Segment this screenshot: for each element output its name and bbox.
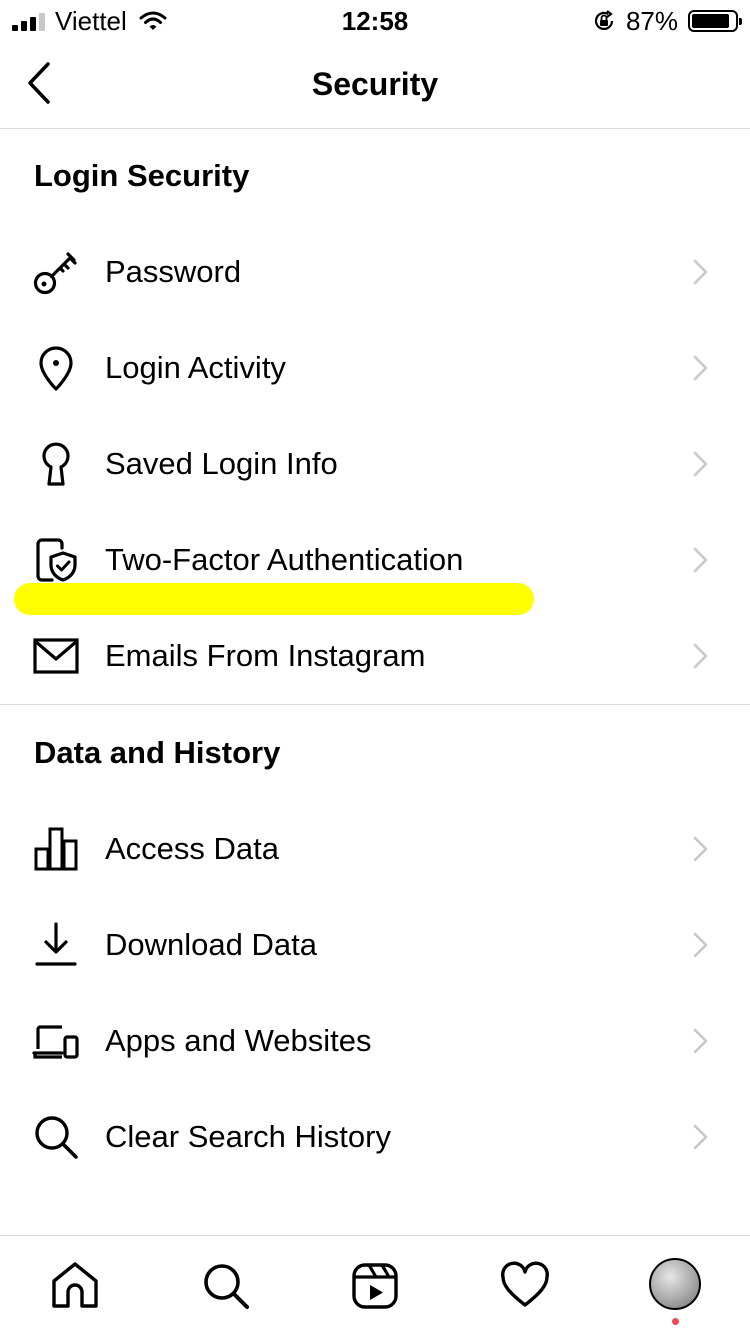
section-title-data-and-history: Data and History bbox=[34, 735, 281, 770]
search-tab-icon[interactable] bbox=[200, 1260, 252, 1312]
chevron-right-icon bbox=[693, 355, 708, 381]
menu-item-label: Download Data bbox=[105, 927, 317, 962]
section-divider bbox=[0, 704, 750, 705]
reels-icon[interactable] bbox=[349, 1260, 401, 1312]
menu-item-label: Apps and Websites bbox=[105, 1023, 372, 1058]
menu-item-saved-login-info[interactable]: Saved Login Info bbox=[0, 416, 750, 512]
profile-avatar[interactable] bbox=[649, 1258, 701, 1310]
heart-icon[interactable] bbox=[499, 1260, 551, 1312]
orientation-lock-icon bbox=[594, 10, 614, 30]
download-icon bbox=[35, 922, 77, 966]
chevron-right-icon bbox=[693, 1124, 708, 1150]
menu-item-password[interactable]: Password bbox=[0, 224, 750, 320]
keyhole-icon bbox=[42, 442, 70, 486]
section-title-login-security: Login Security bbox=[34, 158, 250, 193]
menu-item-label: Password bbox=[105, 254, 242, 289]
menu-item-clear-search-history[interactable]: Clear Search History bbox=[0, 1089, 750, 1185]
bar-chart-icon bbox=[34, 827, 78, 871]
menu-item-download-data[interactable]: Download Data bbox=[0, 897, 750, 993]
battery-icon bbox=[688, 10, 742, 32]
menu-item-access-data[interactable]: Access Data bbox=[0, 801, 750, 897]
menu-item-label: Access Data bbox=[105, 831, 280, 866]
menu-item-label: Emails From Instagram bbox=[105, 638, 426, 673]
phone-shield-icon bbox=[36, 538, 77, 582]
page-title: Security bbox=[311, 66, 439, 102]
chevron-right-icon bbox=[693, 1028, 708, 1054]
key-icon bbox=[33, 252, 77, 295]
menu-item-label: Two-Factor Authentication bbox=[105, 542, 464, 577]
menu-item-label: Login Activity bbox=[105, 350, 286, 385]
chevron-right-icon bbox=[693, 451, 708, 477]
home-icon[interactable] bbox=[49, 1260, 101, 1312]
location-pin-icon bbox=[39, 346, 73, 391]
status-bar: Viettel 12:58 87% bbox=[0, 0, 750, 40]
chevron-right-icon bbox=[693, 547, 708, 573]
menu-item-label: Clear Search History bbox=[105, 1119, 391, 1154]
menu-item-login-activity[interactable]: Login Activity bbox=[0, 320, 750, 416]
notification-dot bbox=[672, 1318, 679, 1325]
navigation-header: Security bbox=[0, 40, 750, 129]
chevron-right-icon bbox=[693, 643, 708, 669]
chevron-right-icon bbox=[693, 259, 708, 285]
menu-item-emails-from-instagram[interactable]: Emails From Instagram bbox=[0, 608, 750, 704]
battery-percentage: 87% bbox=[625, 6, 678, 36]
envelope-icon bbox=[33, 638, 79, 674]
menu-item-apps-and-websites[interactable]: Apps and Websites bbox=[0, 993, 750, 1089]
search-icon bbox=[35, 1116, 78, 1159]
menu-item-two-factor-authentication[interactable]: Two-Factor Authentication bbox=[0, 512, 750, 608]
chevron-right-icon bbox=[693, 836, 708, 862]
menu-item-label: Saved Login Info bbox=[105, 446, 338, 481]
chevron-right-icon bbox=[693, 932, 708, 958]
devices-icon bbox=[32, 1025, 79, 1059]
bottom-tab-bar bbox=[0, 1235, 750, 1335]
